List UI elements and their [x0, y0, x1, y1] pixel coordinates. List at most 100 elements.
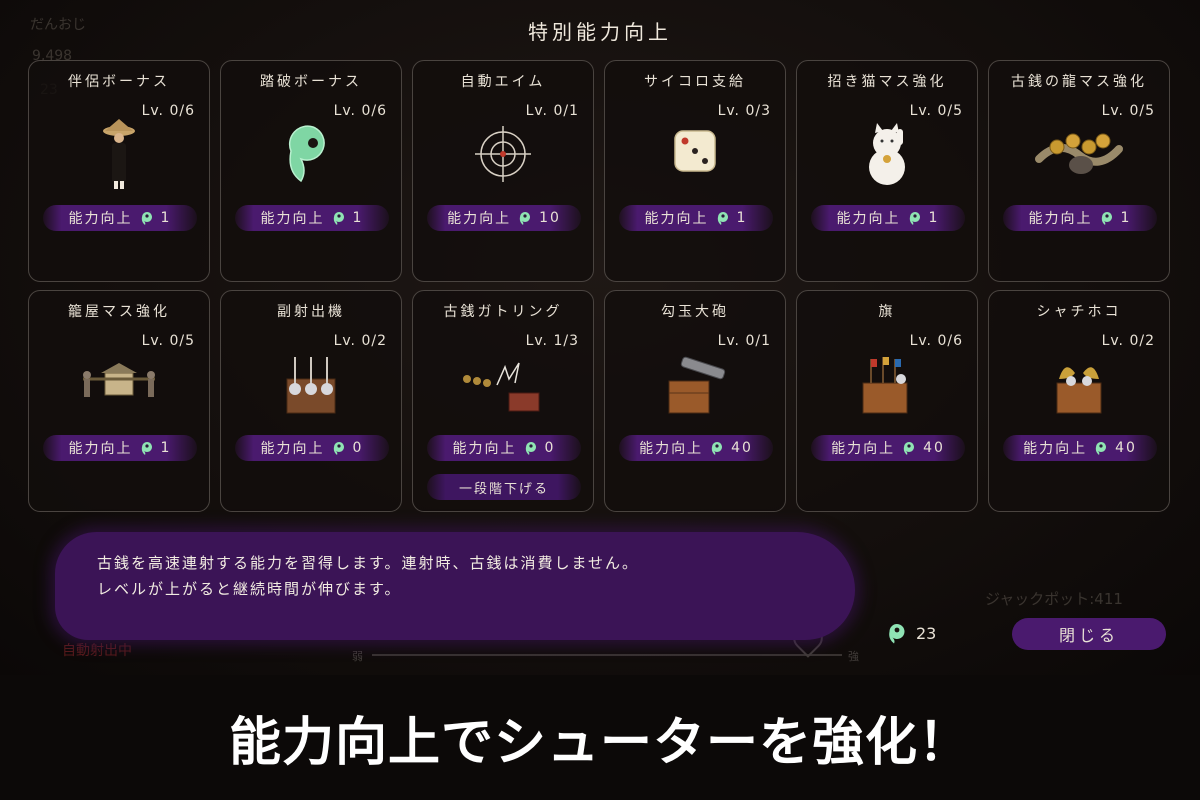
ability-card: 古銭の龍マス強化 Lv. 0/5 能力向上 1	[988, 60, 1170, 282]
ability-card: 旗 Lv. 0/6 能力向上 40	[796, 290, 978, 512]
ability-card: 踏破ボーナス Lv. 0/6 能力向上 1	[220, 60, 402, 282]
ability-card: 勾玉大砲 Lv. 0/1 能力向上 40	[604, 290, 786, 512]
magatama-icon	[141, 442, 152, 455]
crosshair-icon	[475, 126, 531, 182]
upgrade-label: 能力向上	[836, 211, 901, 227]
ability-level: Lv. 0/5	[141, 333, 195, 349]
magatama-icon	[141, 212, 152, 225]
magatama-icon	[717, 212, 728, 225]
magatama-icon	[711, 442, 723, 455]
upgrade-label: 能力向上	[452, 441, 517, 457]
ability-card: シャチホコ Lv. 0/2 能力向上 40	[988, 290, 1170, 512]
ability-name: 副射出機	[277, 304, 345, 320]
ability-name: 踏破ボーナス	[260, 74, 362, 90]
game-screen: だんおじ 9,498 23 自動射出中 ジャックポット:411 弱 強 特別能力…	[0, 0, 1200, 675]
ability-level: Lv. 0/2	[1101, 333, 1155, 349]
dice-icon	[674, 130, 716, 172]
ability-name: 古銭の龍マス強化	[1011, 74, 1147, 90]
upgrade-cost: 1	[928, 210, 940, 226]
upgrade-label: 能力向上	[1028, 211, 1093, 227]
upgrade-cost: 0	[352, 440, 364, 456]
maneki-neko-icon	[869, 123, 905, 185]
ability-name: 自動エイム	[460, 74, 546, 90]
ability-name: 旗	[878, 304, 896, 320]
ability-name: サイコロ支給	[644, 74, 746, 90]
ability-card: サイコロ支給 Lv. 0/3 能力向上 1	[604, 60, 786, 282]
upgrade-button[interactable]: 能力向上 10	[427, 205, 581, 231]
ability-level: Lv. 0/6	[141, 103, 195, 119]
upgrade-button[interactable]: 能力向上 1	[619, 205, 773, 231]
description-line: 古銭を高速連射する能力を習得します。連射時、古銭は消費しません。	[97, 554, 640, 572]
upgrade-cost: 0	[544, 440, 556, 456]
upgrade-cost: 10	[539, 210, 561, 226]
upgrade-label: 能力向上	[260, 211, 325, 227]
ability-card: 副射出機 Lv. 0/2 能力向上 0	[220, 290, 402, 512]
ability-name: 古銭ガトリング	[443, 304, 563, 320]
upgrade-label: 能力向上	[447, 211, 512, 227]
promo-banner: 能力向上でシューターを強化！	[0, 675, 1200, 800]
upgrade-cost: 1	[1120, 210, 1132, 226]
ability-level: Lv. 0/2	[333, 333, 387, 349]
ability-level: Lv. 0/3	[717, 103, 771, 119]
upgrade-label: 能力向上	[260, 441, 325, 457]
upgrade-button[interactable]: 能力向上 0	[427, 435, 581, 461]
flags-box-icon	[862, 357, 908, 414]
upgrade-cost: 40	[923, 440, 945, 456]
slider-track	[372, 654, 842, 656]
upgrade-button[interactable]: 能力向上 0	[235, 435, 389, 461]
magatama-icon	[1101, 212, 1112, 225]
upgrade-cost: 1	[736, 210, 748, 226]
magatama-icon	[333, 212, 344, 225]
magatama-icon	[525, 442, 536, 455]
slider-max-label: 強	[848, 650, 859, 663]
slider-min-label: 弱	[352, 650, 363, 663]
ability-name: 籠屋マス強化	[68, 304, 170, 320]
magatama-icon	[333, 442, 344, 455]
upgrade-button[interactable]: 能力向上 40	[811, 435, 965, 461]
ability-name: シャチホコ	[1036, 304, 1122, 320]
upgrade-label: 能力向上	[644, 211, 709, 227]
upgrade-button[interactable]: 能力向上 1	[811, 205, 965, 231]
ability-card: 自動エイム Lv. 0/1 能力向上 10	[412, 60, 594, 282]
ability-level: Lv. 0/1	[525, 103, 579, 119]
ability-level: Lv. 0/6	[333, 103, 387, 119]
upgrade-button[interactable]: 能力向上 1	[1003, 205, 1157, 231]
modal-title: 特別能力向上	[528, 20, 672, 44]
shachihoko-box-icon	[1056, 367, 1102, 414]
ability-level: Lv. 0/5	[909, 103, 963, 119]
upgrade-button[interactable]: 能力向上 1	[43, 435, 197, 461]
magatama-count: 23	[916, 623, 937, 643]
downgrade-button[interactable]: 一段階下げる	[427, 474, 581, 500]
sub-launcher-icon	[286, 357, 336, 414]
power-slider[interactable]: 弱 強	[350, 618, 870, 666]
auto-fire-status[interactable]: 自動射出中	[62, 640, 132, 660]
close-button[interactable]: 閉じる	[1012, 618, 1166, 650]
ability-card: 古銭ガトリング Lv. 1/3 能力向上 0 一段階下げる	[412, 290, 594, 512]
ability-level: Lv. 0/6	[909, 333, 963, 349]
upgrade-label: 能力向上	[831, 441, 896, 457]
banner-caption: 能力向上でシューターを強化！	[228, 713, 971, 773]
magatama-cannon-icon	[668, 356, 726, 414]
ability-level: Lv. 0/1	[717, 333, 771, 349]
upgrade-button[interactable]: 能力向上 1	[235, 205, 389, 231]
ability-level: Lv. 0/5	[1101, 103, 1155, 119]
jade-magatama-icon	[288, 125, 325, 183]
upgrade-cost: 40	[731, 440, 753, 456]
upgrade-button[interactable]: 能力向上 1	[43, 205, 197, 231]
magatama-icon	[903, 442, 915, 455]
upgrade-cost: 1	[352, 210, 364, 226]
upgrade-button[interactable]: 能力向上 40	[619, 435, 773, 461]
coin-gatling-icon	[463, 362, 540, 412]
upgrade-cost: 1	[160, 210, 172, 226]
ability-grid: 伴侶ボーナス Lv. 0/6 能力向上 1 踏破ボーナス Lv. 0/6 能力向…	[28, 60, 1172, 512]
monk-figure-icon	[103, 119, 135, 189]
upgrade-label: 能力向上	[639, 441, 704, 457]
palanquin-icon	[83, 363, 155, 397]
upgrade-button[interactable]: 能力向上 40	[1003, 435, 1157, 461]
ability-name: 勾玉大砲	[661, 304, 729, 320]
description-line: レベルが上がると継続時間が伸びます。	[97, 580, 402, 598]
coin-dragon-icon	[1035, 133, 1123, 174]
upgrade-cost: 1	[160, 440, 172, 456]
magatama-icon	[1095, 442, 1107, 455]
ability-level: Lv. 1/3	[525, 333, 579, 349]
